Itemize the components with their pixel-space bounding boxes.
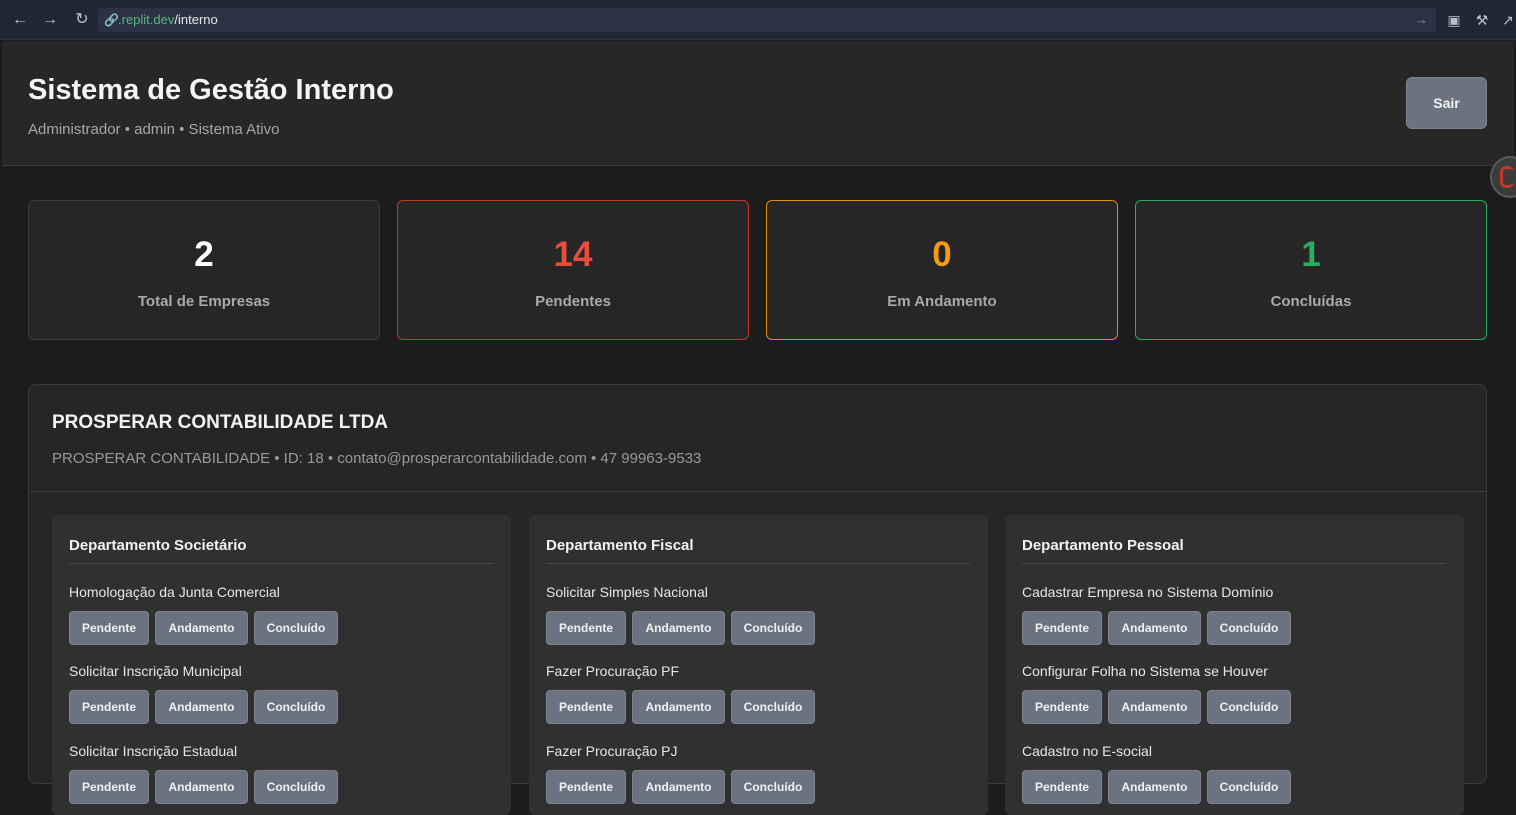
in-progress-button[interactable]: Andamento (632, 770, 725, 804)
forward-arrow-icon[interactable]: → (40, 10, 60, 30)
department-title: Departamento Societário (69, 537, 247, 554)
task-status-buttons: Pendente Andamento Concluído (69, 690, 499, 724)
page-title: Sistema de Gestão Interno (28, 74, 394, 106)
user-status: Administrador • admin • Sistema Ativo (28, 121, 280, 138)
pending-button[interactable]: Pendente (69, 770, 149, 804)
done-button[interactable]: Concluído (254, 770, 338, 804)
company-info: PROSPERAR CONTABILIDADE • ID: 18 • conta… (52, 450, 702, 467)
pending-button[interactable]: Pendente (546, 611, 626, 645)
done-button[interactable]: Concluído (731, 770, 815, 804)
task-status-buttons: Pendente Andamento Concluído (546, 770, 976, 804)
stat-label: Pendentes (535, 293, 611, 310)
company-card: PROSPERAR CONTABILIDADE LTDA PROSPERAR C… (28, 384, 1487, 815)
pending-button[interactable]: Pendente (69, 690, 149, 724)
task-name: Solicitar Inscrição Municipal (69, 663, 242, 679)
browser-toolbar: ← → ↻ 🔗 .replit.dev/interno → ▣ ⚒ ↗ (0, 0, 1516, 40)
back-arrow-icon[interactable]: ← (10, 10, 30, 30)
task-item: Configurar Folha no Sistema se Houver Pen… (1022, 662, 1452, 724)
task-item: Solicitar Simples Nacional Pendente Andame… (546, 583, 976, 645)
monitor-icon[interactable]: ▣ (1444, 10, 1464, 30)
stat-card-em-andamento: 0 Em Andamento (766, 200, 1118, 340)
divider (29, 491, 1486, 492)
task-name: Homologação da Junta Comercial (69, 584, 280, 600)
task-status-buttons: Pendente Andamento Concluído (1022, 611, 1452, 645)
link-icon: 🔗 (104, 13, 119, 27)
done-button[interactable]: Concluído (1207, 690, 1291, 724)
task-name: Solicitar Inscrição Estadual (69, 743, 238, 759)
go-arrow-icon[interactable]: → (1415, 11, 1428, 29)
in-progress-button[interactable]: Andamento (632, 690, 725, 724)
pending-button[interactable]: Pendente (1022, 770, 1102, 804)
pending-button[interactable]: Pendente (1022, 611, 1102, 645)
task-item: Cadastro no E-social Pendente Andamento Con… (1022, 742, 1452, 804)
task-name: Cadastrar Empresa no Sistema Domínio (1022, 584, 1274, 600)
company-name: PROSPERAR CONTABILIDADE LTDA (52, 412, 389, 433)
task-item: Solicitar Inscrição Municipal Pendente And… (69, 662, 499, 724)
task-name: Fazer Procuração PJ (546, 743, 678, 759)
task-status-buttons: Pendente Andamento Concluído (1022, 770, 1452, 804)
wrench-icon[interactable]: ⚒ (1472, 10, 1492, 30)
done-button[interactable]: Concluído (1207, 611, 1291, 645)
floating-widget-handle[interactable] (1490, 156, 1516, 198)
external-link-icon[interactable]: ↗ (1498, 10, 1516, 30)
url-text: .replit.dev/interno (118, 12, 218, 27)
stat-card-total-empresas: 2 Total de Empresas (28, 200, 380, 340)
done-button[interactable]: Concluído (254, 690, 338, 724)
stat-value: 14 (553, 235, 593, 274)
address-bar[interactable]: 🔗 .replit.dev/interno → (98, 8, 1436, 32)
task-status-buttons: Pendente Andamento Concluído (69, 770, 499, 804)
done-button[interactable]: Concluído (1207, 770, 1291, 804)
task-item: Homologação da Junta Comercial Pendente An… (69, 583, 499, 645)
task-name: Cadastro no E-social (1022, 743, 1152, 759)
stat-value: 0 (932, 235, 952, 274)
divider (69, 563, 493, 564)
done-button[interactable]: Concluído (731, 690, 815, 724)
pending-button[interactable]: Pendente (69, 611, 149, 645)
in-progress-button[interactable]: Andamento (155, 690, 248, 724)
in-progress-button[interactable]: Andamento (1108, 611, 1201, 645)
divider (1022, 563, 1446, 564)
stat-label: Em Andamento (887, 293, 997, 310)
in-progress-button[interactable]: Andamento (1108, 770, 1201, 804)
task-name: Fazer Procuração PF (546, 663, 680, 679)
stat-card-concluidas: 1 Concluídas (1135, 200, 1487, 340)
done-button[interactable]: Concluído (254, 611, 338, 645)
task-item: Solicitar Inscrição Estadual Pendente Anda… (69, 742, 499, 804)
stat-label: Total de Empresas (137, 293, 271, 310)
stat-card-pendentes: 14 Pendentes (397, 200, 749, 340)
reload-icon[interactable]: ↻ (72, 10, 92, 30)
task-item: Fazer Procuração PF Pendente Andamento Conc… (546, 662, 976, 724)
pending-button[interactable]: Pendente (546, 770, 626, 804)
task-name: Solicitar Simples Nacional (546, 584, 708, 600)
page-header: Sistema de Gestão Interno Administrador … (2, 41, 1514, 166)
task-status-buttons: Pendente Andamento Concluído (1022, 690, 1452, 724)
in-progress-button[interactable]: Andamento (155, 770, 248, 804)
done-button[interactable]: Concluído (731, 611, 815, 645)
pending-button[interactable]: Pendente (1022, 690, 1102, 724)
in-progress-button[interactable]: Andamento (1108, 690, 1201, 724)
department-title: Departamento Fiscal (546, 537, 694, 554)
stat-label: Concluídas (1270, 293, 1352, 310)
divider (546, 563, 970, 564)
in-progress-button[interactable]: Andamento (632, 611, 725, 645)
logout-button[interactable]: Sair (1406, 77, 1487, 129)
pending-button[interactable]: Pendente (546, 690, 626, 724)
department-societario: Departamento Societário Homologação da J… (52, 515, 511, 815)
in-progress-button[interactable]: Andamento (155, 611, 248, 645)
task-name: Configurar Folha no Sistema se Houver (1022, 663, 1268, 679)
stat-value: 1 (1301, 235, 1321, 274)
department-pessoal: Departamento Pessoal Cadastrar Empresa n… (1005, 515, 1464, 815)
department-title: Departamento Pessoal (1022, 537, 1184, 554)
task-status-buttons: Pendente Andamento Concluído (546, 690, 976, 724)
task-item: Fazer Procuração PJ Pendente Andamento Conc… (546, 742, 976, 804)
stat-value: 2 (194, 235, 214, 274)
department-fiscal: Departamento Fiscal Solicitar Simples Na… (529, 515, 988, 815)
task-status-buttons: Pendente Andamento Concluído (546, 611, 976, 645)
task-item: Cadastrar Empresa no Sistema Domínio Pend… (1022, 583, 1452, 645)
task-status-buttons: Pendente Andamento Concluído (69, 611, 499, 645)
